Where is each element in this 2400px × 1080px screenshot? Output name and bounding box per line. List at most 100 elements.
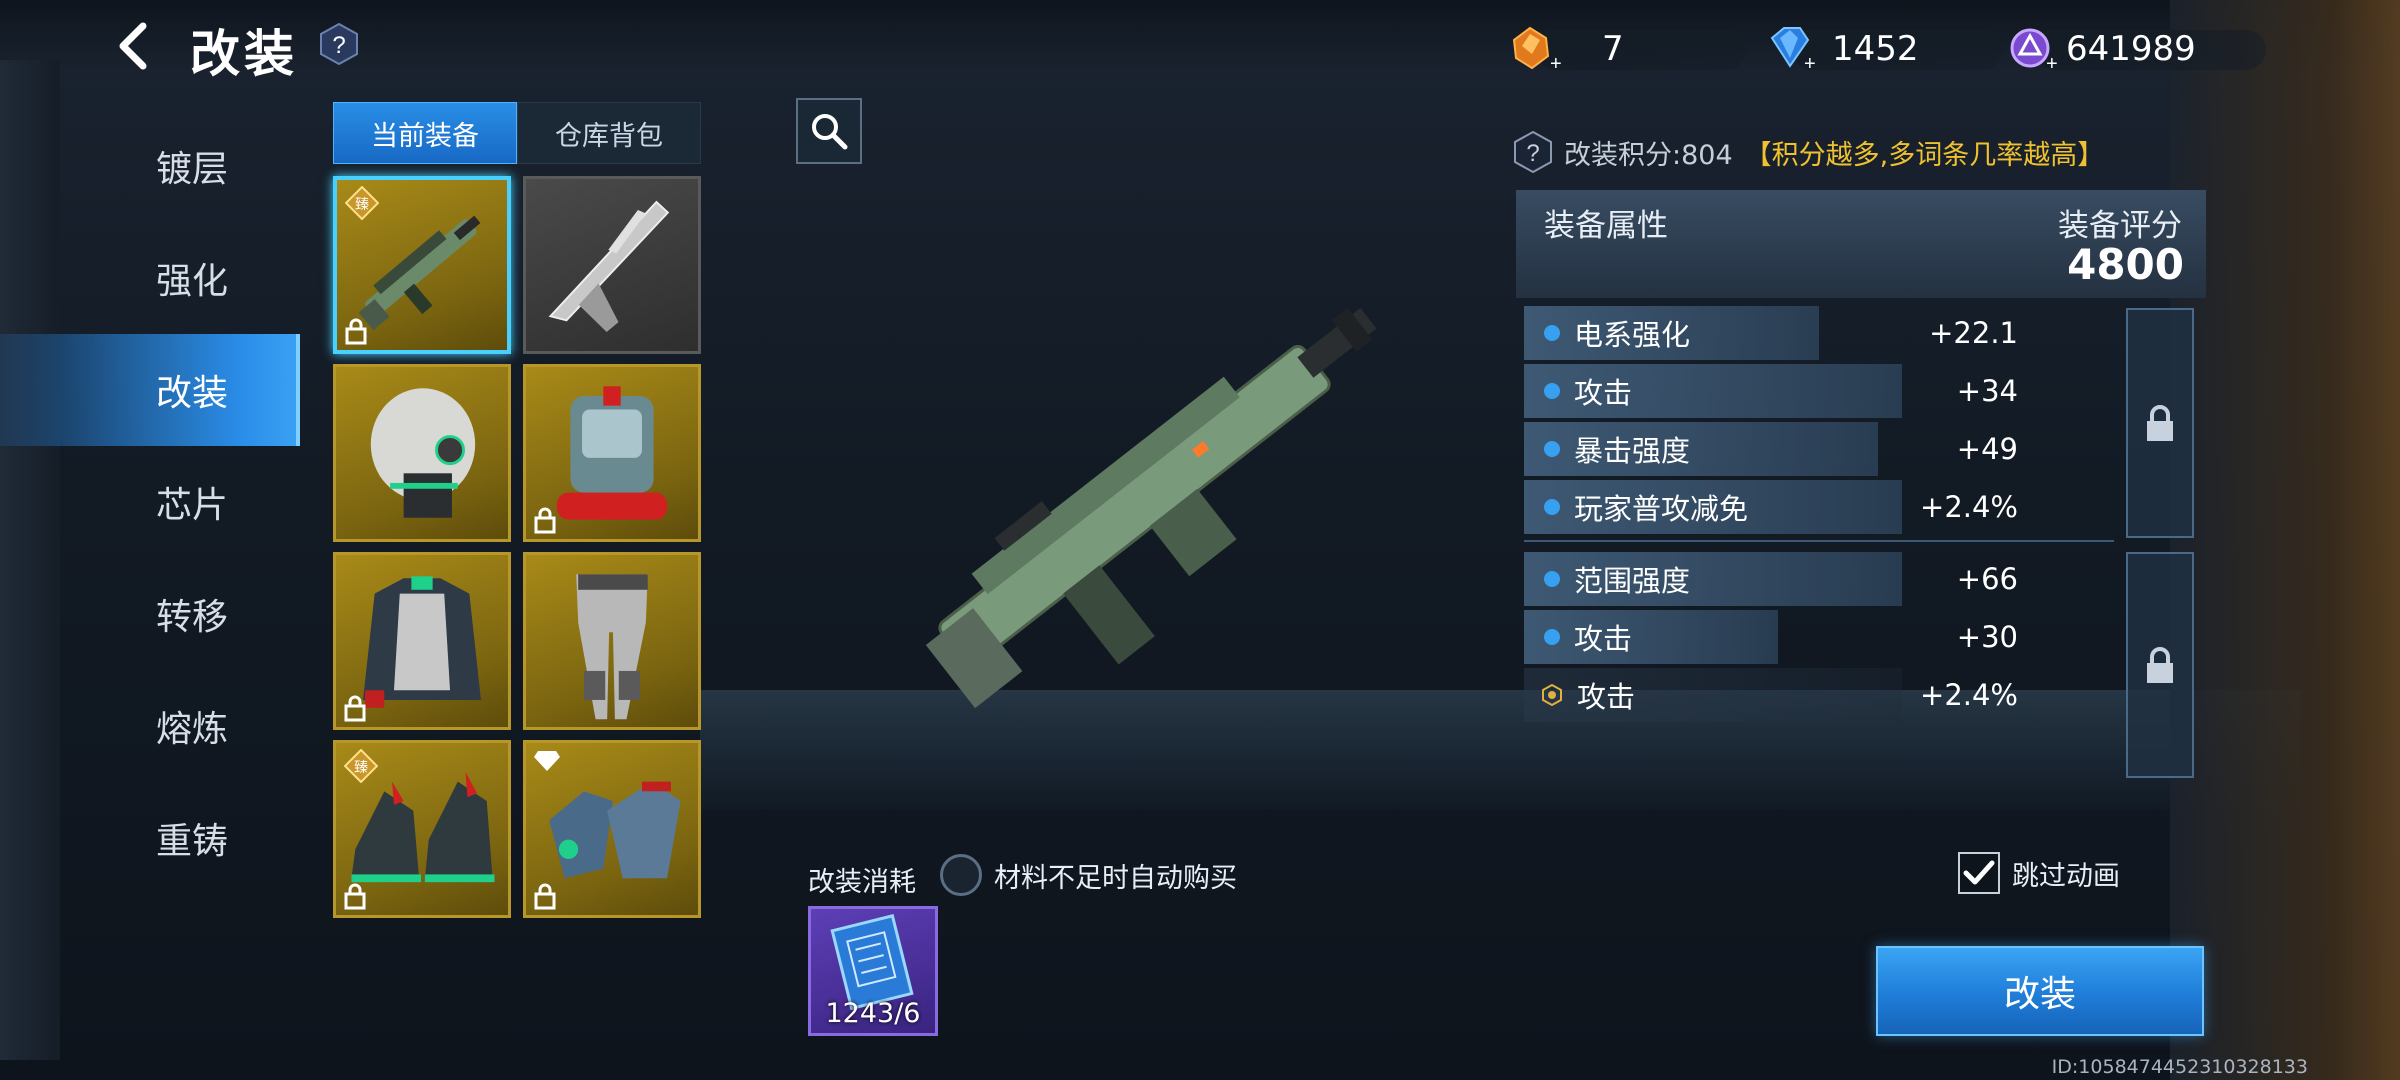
group-divider bbox=[1524, 540, 2114, 542]
svg-text:臻: 臻 bbox=[354, 760, 368, 776]
attribute-row: 范围强度 +66 bbox=[1524, 552, 2114, 606]
svg-text:?: ? bbox=[332, 32, 345, 59]
menu-item-plating[interactable]: 镀层 bbox=[0, 110, 300, 222]
lock-badge-icon bbox=[345, 318, 367, 345]
attribute-title: 装备属性 bbox=[1544, 208, 1668, 244]
attribute-value: +2.4% bbox=[1920, 678, 2018, 712]
attribute-row: 攻击 +34 bbox=[1524, 364, 2114, 418]
menu-item-label: 熔炼 bbox=[156, 709, 229, 750]
attribute-dot-icon bbox=[1544, 499, 1560, 515]
equip-slot-gloves[interactable] bbox=[523, 740, 701, 918]
lock-icon bbox=[2147, 405, 2173, 441]
attribute-dot-icon bbox=[1544, 571, 1560, 587]
rank-badge-icon: 臻 bbox=[345, 186, 379, 220]
right-wall bbox=[2170, 0, 2400, 1080]
menu-item-reforge[interactable]: 重铸 bbox=[0, 782, 300, 894]
search-button[interactable] bbox=[796, 98, 862, 164]
rating-title: 装备评分 bbox=[2058, 208, 2182, 244]
equip-slot-rifle[interactable]: 臻 bbox=[333, 176, 511, 354]
modify-button[interactable]: 改装 bbox=[1876, 946, 2204, 1036]
attribute-dot-icon bbox=[1544, 441, 1560, 457]
page-title: 改装 bbox=[190, 25, 298, 83]
question-icon[interactable]: ? bbox=[318, 22, 360, 66]
currency-orange[interactable]: + 7 bbox=[1506, 26, 1746, 74]
attribute-value: +22.1 bbox=[1929, 316, 2018, 350]
checkmark-icon bbox=[1963, 860, 1995, 885]
attribute-group-2: 范围强度 +66 攻击 +30 攻击 +2.4% bbox=[1524, 552, 2114, 726]
attribute-value: +49 bbox=[1956, 432, 2018, 466]
blue-diamond-icon: + bbox=[1770, 27, 1816, 74]
lock-badge-icon bbox=[344, 695, 366, 722]
currency-value: 7 bbox=[1602, 29, 1624, 69]
player-id: ID:1058474452310328133 bbox=[2051, 1056, 2308, 1078]
attribute-dot-icon bbox=[1544, 629, 1560, 645]
attribute-name: 攻击 bbox=[1574, 376, 1633, 410]
auto-buy-toggle[interactable]: 材料不足时自动购买 bbox=[940, 854, 1237, 896]
equipment-tabs: 当前装备 仓库背包 bbox=[333, 102, 701, 164]
svg-text:臻: 臻 bbox=[355, 197, 369, 213]
menu-item-label: 转移 bbox=[156, 597, 229, 638]
menu-item-transfer[interactable]: 转移 bbox=[0, 558, 300, 670]
attribute-name: 攻击 bbox=[1577, 680, 1636, 714]
attribute-name: 暴击强度 bbox=[1574, 434, 1691, 468]
attribute-name: 范围强度 bbox=[1574, 564, 1691, 598]
menu-item-chip[interactable]: 芯片 bbox=[0, 446, 300, 558]
attribute-name: 攻击 bbox=[1574, 622, 1633, 656]
tab-warehouse[interactable]: 仓库背包 bbox=[517, 102, 701, 164]
svg-text:?: ? bbox=[1526, 140, 1539, 167]
menu-item-enhance[interactable]: 强化 bbox=[0, 222, 300, 334]
equip-slot-helmet[interactable] bbox=[333, 364, 511, 542]
skip-animation-toggle[interactable]: 跳过动画 bbox=[1958, 852, 2120, 894]
menu-item-label: 改装 bbox=[156, 373, 229, 414]
attribute-header: 装备属性 装备评分 4800 bbox=[1516, 190, 2206, 298]
question-icon[interactable]: ? bbox=[1512, 130, 1554, 174]
currency-bar bbox=[1536, 30, 1746, 70]
orange-crystal-icon: + bbox=[1512, 26, 1562, 74]
attribute-name: 电系强化 bbox=[1574, 318, 1691, 352]
attribute-group-1: 电系强化 +22.1 攻击 +34 暴击强度 +49 玩家普攻减免 +2.4% bbox=[1524, 306, 2114, 538]
attribute-row: 电系强化 +22.1 bbox=[1524, 306, 2114, 360]
score-hint: 【积分越多,多词条几率越高】 bbox=[1744, 139, 2105, 171]
skip-animation-label: 跳过动画 bbox=[2012, 860, 2120, 892]
currency-value: 1452 bbox=[1832, 29, 1919, 69]
equipment-grid: 臻 臻 bbox=[333, 176, 701, 918]
modify-score: ? 改装积分:804 【积分越多,多词条几率越高】 bbox=[1512, 130, 2104, 174]
menu-item-label: 强化 bbox=[156, 261, 229, 302]
attribute-row: 暴击强度 +49 bbox=[1524, 422, 2114, 476]
equip-slot-backpack[interactable] bbox=[523, 364, 701, 542]
equip-slot-legs[interactable] bbox=[523, 552, 701, 730]
attribute-name: 玩家普攻减免 bbox=[1574, 492, 1749, 526]
weapon-model bbox=[925, 307, 1377, 709]
auto-buy-radio[interactable] bbox=[940, 854, 982, 896]
lock-badge-icon bbox=[534, 507, 556, 534]
helmet-icon bbox=[370, 388, 476, 518]
equip-slot-boots[interactable]: 臻 bbox=[333, 740, 511, 918]
cost-label: 改装消耗 bbox=[808, 867, 916, 898]
skip-animation-checkbox[interactable] bbox=[1958, 852, 2000, 894]
currency-blue[interactable]: + 1452 bbox=[1762, 26, 2002, 74]
menu-item-smelt[interactable]: 熔炼 bbox=[0, 670, 300, 782]
lock-group-2-button[interactable] bbox=[2126, 552, 2194, 778]
lock-badge-icon bbox=[534, 883, 556, 910]
equip-slot-secondary-weapon[interactable] bbox=[523, 176, 701, 354]
rank-badge-icon: 臻 bbox=[344, 749, 378, 783]
blade-weapon-icon bbox=[548, 200, 670, 333]
back-button[interactable] bbox=[108, 18, 158, 74]
menu-item-modify[interactable]: 改装 bbox=[0, 334, 300, 446]
currency-purple[interactable]: + 641989 bbox=[2006, 26, 2266, 74]
attribute-dot-icon bbox=[1544, 325, 1560, 341]
score-label: 改装积分:804 bbox=[1564, 139, 1733, 171]
material-count: 1243/6 bbox=[825, 998, 921, 1029]
attribute-value: +2.4% bbox=[1920, 490, 2018, 524]
lock-group-1-button[interactable] bbox=[2126, 308, 2194, 538]
attribute-dot-icon bbox=[1544, 383, 1560, 399]
tab-current-equipment[interactable]: 当前装备 bbox=[333, 102, 517, 164]
auto-buy-label: 材料不足时自动购买 bbox=[994, 862, 1237, 894]
menu-item-label: 重铸 bbox=[156, 821, 229, 862]
svg-text:+: + bbox=[1550, 53, 1562, 74]
equip-slot-armor[interactable] bbox=[333, 552, 511, 730]
material-item[interactable]: 1243/6 bbox=[808, 906, 938, 1036]
attribute-row: 攻击 +2.4% bbox=[1524, 668, 2114, 722]
svg-text:+: + bbox=[1804, 53, 1816, 74]
menu-item-label: 镀层 bbox=[156, 149, 229, 190]
